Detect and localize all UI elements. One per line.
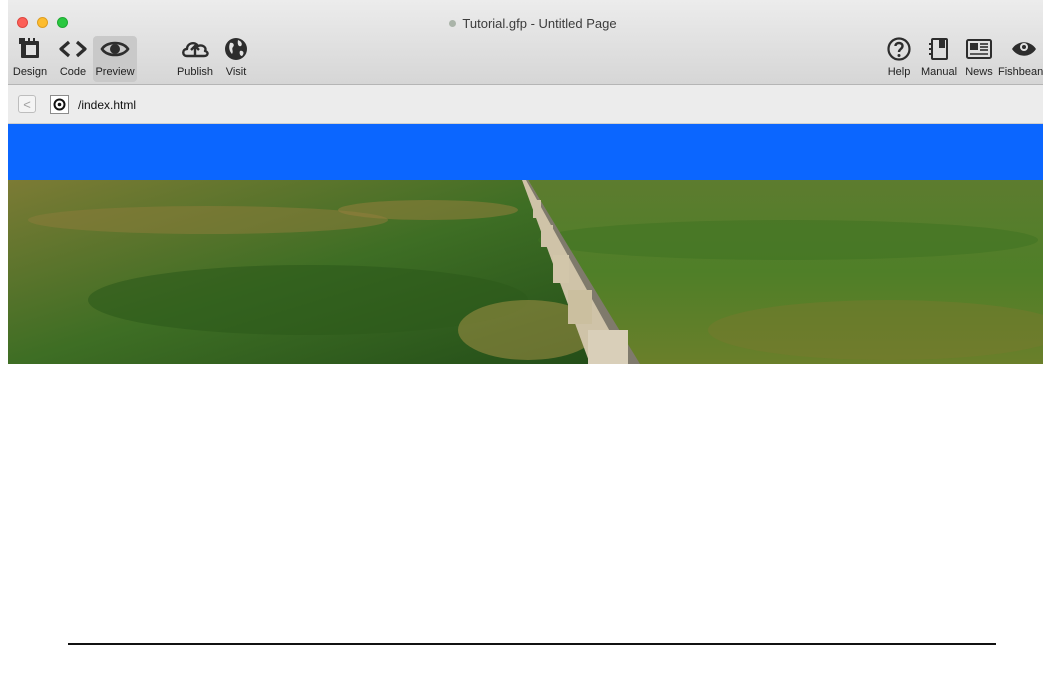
page-content <box>8 364 1043 690</box>
cloud-upload-icon <box>182 41 209 58</box>
news-label: News <box>965 66 993 78</box>
eye-icon <box>100 41 130 57</box>
code-icon <box>59 40 87 58</box>
title-bar: Tutorial.gfp - Untitled Page Design Code <box>8 0 1043 85</box>
publish-label: Publish <box>176 66 214 78</box>
back-button[interactable]: < <box>18 95 36 113</box>
hero-image <box>8 180 1043 364</box>
code-label: Code <box>59 66 87 78</box>
window-title: Tutorial.gfp - Untitled Page <box>8 16 1043 31</box>
url-text[interactable]: /index.html <box>78 98 136 112</box>
address-bar: < /index.html <box>8 85 1043 124</box>
horizontal-rule <box>68 643 996 645</box>
code-button[interactable]: Code <box>54 36 92 82</box>
design-icon <box>19 38 39 58</box>
fishbean-button[interactable]: Fishbean <box>996 36 1043 82</box>
app-window: Tutorial.gfp - Untitled Page Design Code <box>8 0 1043 690</box>
design-label: Design <box>12 66 48 78</box>
preview-button[interactable]: Preview <box>93 36 137 82</box>
news-button[interactable]: News <box>962 36 996 82</box>
help-button[interactable]: Help <box>884 36 914 82</box>
help-icon <box>887 37 911 61</box>
design-button[interactable]: Design <box>8 36 52 82</box>
visit-label: Visit <box>225 66 247 78</box>
fishbean-icon <box>1012 42 1036 56</box>
grassland-image <box>8 180 1043 364</box>
site-icon <box>50 95 69 114</box>
help-label: Help <box>887 66 911 78</box>
news-icon <box>966 39 992 59</box>
document-status-icon <box>449 20 457 27</box>
manual-label: Manual <box>920 66 958 78</box>
publish-button[interactable]: Publish <box>172 36 218 82</box>
globe-icon <box>225 38 247 60</box>
manual-button[interactable]: Manual <box>918 36 960 82</box>
fishbean-label: Fishbean <box>998 66 1043 78</box>
preview-label: Preview <box>95 66 135 78</box>
manual-icon <box>929 38 948 60</box>
page-banner <box>8 124 1043 180</box>
visit-button[interactable]: Visit <box>218 36 254 82</box>
target-icon <box>53 98 66 111</box>
